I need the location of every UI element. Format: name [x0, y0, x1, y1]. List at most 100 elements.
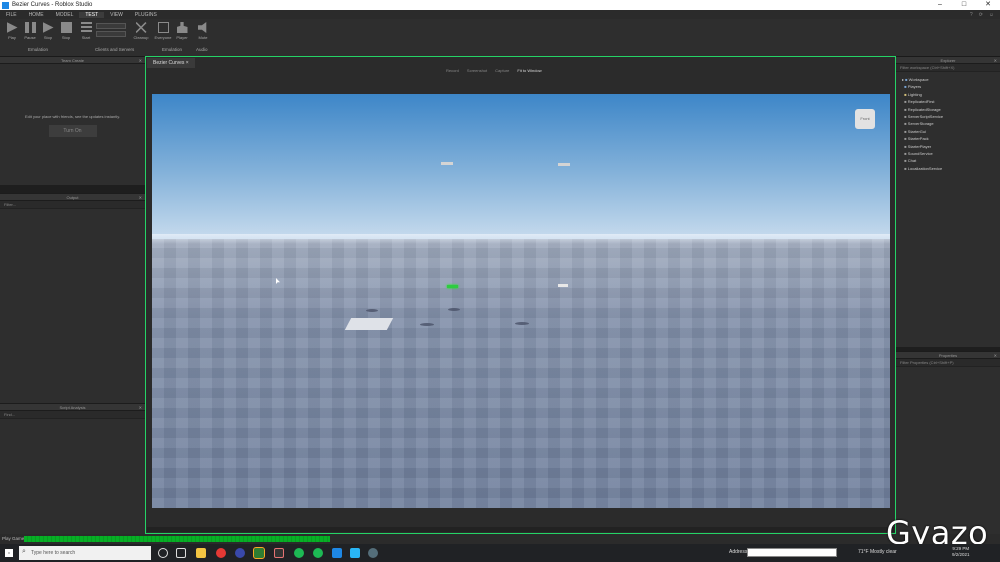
mute-button[interactable]: Mute: [195, 22, 211, 40]
tree-item-soundservice[interactable]: ■ SoundService: [902, 150, 1000, 157]
app-icon-green[interactable]: [253, 547, 265, 559]
part-floating-1[interactable]: [441, 162, 453, 165]
part-ground[interactable]: [558, 284, 568, 287]
app-icon-red[interactable]: [216, 548, 226, 558]
tab-bezier-curves[interactable]: Bezier Curves ×: [147, 58, 195, 68]
3d-viewport[interactable]: Front: [152, 94, 890, 508]
everyone-button[interactable]: Everyone: [155, 22, 171, 40]
menu-view[interactable]: VIEW: [104, 12, 129, 18]
browser-icon[interactable]: [235, 548, 245, 558]
tree-item-lighting[interactable]: ■ Lighting: [902, 91, 1000, 98]
maximize-button[interactable]: □: [952, 0, 976, 10]
taskbar-search-box[interactable]: Type here to search: [19, 546, 151, 560]
roblox-studio-taskbar-icon[interactable]: [332, 548, 342, 558]
players-select[interactable]: [96, 31, 126, 37]
tab-close-icon[interactable]: ×: [186, 60, 189, 66]
status-bar: Play Game: [0, 534, 1000, 544]
status-text: Play Game: [2, 536, 25, 541]
close-panel-icon[interactable]: ✕: [139, 404, 142, 411]
tree-item-serverscriptservice[interactable]: ■ ServerScriptService: [902, 113, 1000, 120]
cortana-icon[interactable]: [158, 548, 168, 558]
menu-plugins[interactable]: PLUGINS: [129, 12, 163, 18]
roblox-studio-logo-icon: [2, 1, 9, 9]
tree-item-starterplayer[interactable]: ■ StarterPlayer: [902, 143, 1000, 150]
app-icon-blue[interactable]: [350, 548, 360, 558]
game-view-frame: Bezier Curves × Record Screenshot Captur…: [145, 56, 896, 534]
properties-filter-input[interactable]: Filter Properties (Ctrl+Shift+P): [896, 359, 1000, 367]
baseplate: [152, 239, 890, 508]
file-explorer-icon[interactable]: [196, 548, 206, 558]
menu-test[interactable]: TEST: [79, 11, 105, 18]
tree-item-localizationservice[interactable]: ■ LocalizationService: [902, 165, 1000, 172]
capture-button[interactable]: Capture: [495, 68, 509, 73]
part-floating-2[interactable]: [558, 163, 570, 166]
turn-on-button[interactable]: Turn On: [48, 125, 97, 137]
clock-date: 9/2/2021: [952, 552, 970, 557]
close-panel-icon[interactable]: ✕: [139, 194, 142, 201]
windows-start-icon[interactable]: [5, 549, 13, 557]
user-icon[interactable]: ☺: [989, 12, 994, 18]
output-filter-input[interactable]: Filter...: [0, 201, 145, 209]
play-button[interactable]: Play: [4, 22, 20, 40]
taskbar-clock[interactable]: 9:29 PM 9/2/2021: [952, 546, 970, 558]
view-cube[interactable]: Front: [855, 109, 875, 129]
close-panel-icon[interactable]: ✕: [994, 352, 997, 359]
minimize-button[interactable]: –: [928, 0, 952, 10]
resume-button[interactable]: Stop: [40, 22, 56, 40]
clients-select[interactable]: [96, 23, 126, 29]
tree-item-starterpack[interactable]: ■ StarterPack: [902, 135, 1000, 142]
tree-item-replicatedfirst[interactable]: ■ ReplicatedFirst: [902, 98, 1000, 105]
cleanup-icon: [135, 22, 147, 33]
menu-file[interactable]: FILE: [0, 12, 23, 18]
screenshot-button[interactable]: Screenshot: [467, 68, 487, 73]
weather-status[interactable]: 71°F Mostly clear: [858, 549, 897, 555]
help-icon[interactable]: ?: [970, 12, 973, 18]
spotify-icon[interactable]: [294, 548, 304, 558]
close-panel-icon[interactable]: ✕: [139, 57, 142, 64]
panel-header: Team Create ✕: [0, 57, 145, 64]
view-toolbar: Record Screenshot Capture Fit to Window: [446, 68, 542, 73]
player-icon: [176, 22, 188, 33]
stop-button[interactable]: Stop: [58, 22, 74, 40]
device-icon: [157, 22, 169, 33]
spotify-icon[interactable]: [313, 548, 323, 558]
part-shadow: [515, 322, 529, 325]
tree-item-startergui[interactable]: ■ StarterGui: [902, 128, 1000, 135]
horizontal-scrollbar[interactable]: [147, 527, 895, 532]
sky: [152, 94, 890, 241]
menu-right-tools: ? ⟳ ☺: [970, 10, 994, 19]
tree-item-serverstorage[interactable]: ■ ServerStorage: [902, 120, 1000, 127]
part-shadow: [420, 323, 434, 326]
script-analysis-find-input[interactable]: Find...: [0, 411, 145, 419]
app-icon-gray[interactable]: [368, 548, 378, 558]
tree-item-chat[interactable]: ■ Chat: [902, 157, 1000, 164]
spawn-location[interactable]: [344, 318, 394, 330]
app-icon-dark[interactable]: [274, 548, 284, 558]
cleanup-button[interactable]: Cleanup: [133, 22, 149, 40]
address-input[interactable]: [747, 548, 837, 557]
tree-item-workspace[interactable]: ▸ ■ Workspace: [902, 76, 1000, 83]
tree-item-replicatedstorage[interactable]: ■ ReplicatedStorage: [902, 106, 1000, 113]
start-button[interactable]: Start: [78, 22, 94, 40]
fit-to-window-select[interactable]: Fit to Window: [517, 68, 541, 73]
share-icon[interactable]: ⟳: [979, 12, 983, 18]
menu-bar: FILE HOME MODEL TEST VIEW PLUGINS: [0, 10, 1000, 19]
team-create-message: Edit your place with friends, see the up…: [24, 114, 121, 119]
menu-home[interactable]: HOME: [23, 12, 50, 18]
player-button[interactable]: Player: [174, 22, 190, 40]
address-label: Address: [729, 549, 748, 555]
menu-model[interactable]: MODEL: [50, 12, 80, 18]
speaker-icon: [197, 22, 207, 33]
record-button[interactable]: Record: [446, 68, 459, 73]
task-view-icon[interactable]: [176, 548, 186, 558]
explorer-panel: Explorer ✕ Filter workspace (Ctrl+Shift+X…: [896, 57, 1000, 347]
close-button[interactable]: ✕: [976, 0, 1000, 10]
properties-panel: Properties ✕ Filter Properties (Ctrl+Shif…: [896, 351, 1000, 534]
part-shadow: [366, 309, 378, 312]
pause-button[interactable]: Pause: [22, 22, 38, 40]
team-create-panel: Team Create ✕ Edit your place with friend…: [0, 57, 145, 185]
tree-item-players[interactable]: ■ Players: [902, 83, 1000, 90]
close-panel-icon[interactable]: ✕: [994, 57, 997, 64]
part-selected[interactable]: [447, 285, 458, 288]
explorer-filter-input[interactable]: Filter workspace (Ctrl+Shift+X): [896, 64, 1000, 72]
